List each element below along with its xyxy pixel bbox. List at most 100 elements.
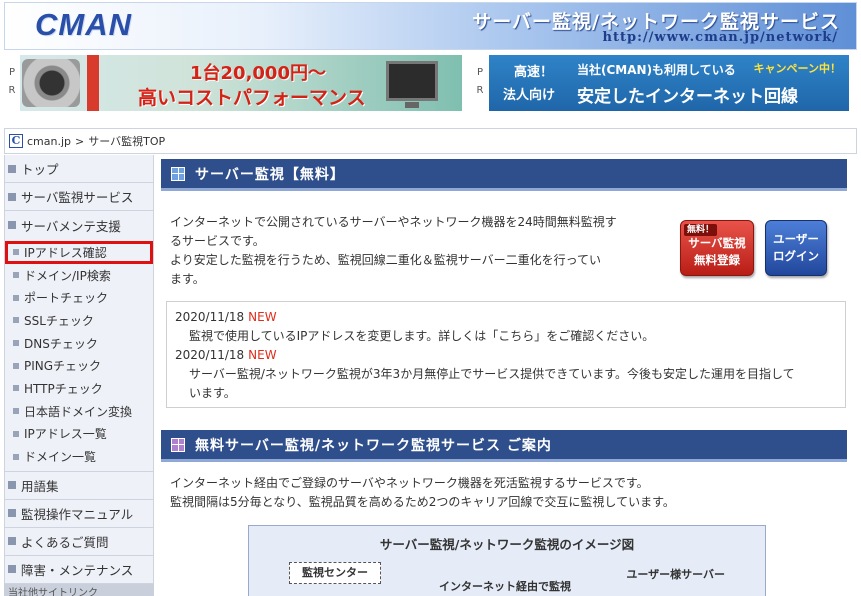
sidebar-item-port-check[interactable]: ポートチェック: [5, 286, 153, 309]
sidebar-item-label: サーバメンテ支援: [21, 218, 121, 234]
sidebar-item-label: PINGチェック: [24, 359, 102, 374]
monitor-image: [386, 61, 438, 108]
ad2-headline: 安定したインターネット回線: [577, 87, 798, 107]
sidebar-item-jp-domain-convert[interactable]: 日本語ドメイン変換: [5, 400, 153, 423]
new-badge: NEW: [248, 310, 277, 324]
ad1-subline: 高いコストパフォーマンス: [138, 87, 366, 109]
section-header-guide: 無料サーバー監視/ネットワーク監視サービス ご案内: [161, 430, 847, 462]
sidebar-item-monitoring-service[interactable]: サーバ監視サービス: [5, 183, 153, 211]
bullet-icon: [8, 509, 16, 518]
bullet-icon: [8, 565, 16, 574]
new-badge: NEW: [248, 348, 277, 362]
sidebar-item-glossary[interactable]: 用語集: [5, 472, 153, 500]
breadcrumb: C cman.jp > サーバ監視TOP: [4, 128, 857, 154]
ad2-corporate: 法人向け: [503, 88, 556, 103]
intro-text: インターネットで公開されているサーバーやネットワーク機器を24時間無料監視す る…: [170, 213, 640, 289]
bullet-icon: [13, 249, 19, 256]
news-body: います。: [189, 386, 236, 400]
bullet-icon: [13, 294, 19, 301]
ad-accent-bar: [87, 55, 99, 111]
sidebar-nav: トップ サーバ監視サービス サーバメンテ支援 IPアドレス確認 ドメイン/IP検…: [4, 155, 154, 596]
diagram-monitoring-center: 監視センター: [289, 562, 381, 584]
sidebar-item-http-check[interactable]: HTTPチェック: [5, 377, 153, 400]
breadcrumb-home[interactable]: cman.jp: [27, 135, 71, 148]
section-header-monitoring: サーバー監視【無料】: [161, 159, 847, 191]
bullet-icon: [13, 408, 19, 415]
cman-logo[interactable]: CMAN: [35, 7, 132, 43]
sidebar-item-ping-check[interactable]: PINGチェック: [5, 354, 153, 377]
ad2-fast: 高速！: [514, 65, 554, 80]
news-box: 2020/11/18 NEW 監視で使用しているIPアドレスを変更します。詳しくは…: [166, 301, 846, 408]
bullet-icon: [8, 481, 16, 490]
header-url: http://www.cman.jp/network/: [602, 30, 838, 45]
sidebar-item-label: 日本語ドメイン変換: [24, 404, 133, 419]
bullet-icon: [8, 164, 16, 173]
ad-banner-cost[interactable]: 1台20,000円～ 高いコストパフォーマンス: [20, 55, 462, 111]
intro-line: るサービスです。: [170, 234, 265, 248]
intro-line: より安定した監視を行うため、監視回線二重化＆監視サーバー二重化を行ってい: [170, 253, 602, 267]
register-label-2: 無料登録: [694, 253, 740, 267]
sidebar-item-domain-list[interactable]: ドメイン一覧: [5, 445, 153, 468]
sidebar-item-top[interactable]: トップ: [5, 155, 153, 183]
login-label-2: ログイン: [773, 249, 819, 263]
sidebar-item-manual[interactable]: 監視操作マニュアル: [5, 500, 153, 528]
sidebar-item-label: サーバ監視サービス: [21, 190, 134, 205]
sidebar-item-label: DNSチェック: [24, 336, 98, 351]
bullet-icon: [13, 362, 19, 369]
news-date: 2020/11/18: [175, 348, 245, 362]
camera-image: [22, 59, 80, 107]
breadcrumb-current: サーバ監視TOP: [88, 135, 166, 148]
main-content: サーバー監視【無料】 インターネットで公開されているサーバーやネットワーク機器を…: [158, 155, 857, 596]
sidebar-item-label: 用語集: [21, 478, 59, 494]
sidebar-item-ip-list[interactable]: IPアドレス一覧: [5, 423, 153, 446]
sidebar-item-label: IPアドレス一覧: [24, 427, 107, 442]
ad1-headline: 1台20,000円～: [190, 63, 326, 84]
intro-line: インターネットで公開されているサーバーやネットワーク機器を24時間無料監視す: [170, 215, 617, 229]
grid-icon: [171, 437, 185, 452]
sidebar-item-ssl-check[interactable]: SSLチェック: [5, 309, 153, 332]
bullet-icon: [8, 537, 16, 546]
sidebar-item-label: ポートチェック: [24, 291, 109, 306]
bullet-icon: [13, 385, 19, 392]
sidebar-item-maintenance-support[interactable]: サーバメンテ支援: [5, 211, 153, 239]
news-body[interactable]: 監視で使用しているIPアドレスを変更します。詳しくは「こちら」をご確認ください。: [175, 327, 837, 346]
register-label-1: サーバ監視: [688, 236, 746, 250]
bullet-icon: [13, 272, 19, 279]
bullet-icon: [13, 317, 19, 324]
sidebar-item-label: トップ: [21, 162, 59, 177]
section-title: 無料サーバー監視/ネットワーク監視サービス ご案内: [195, 437, 552, 454]
bullet-icon: [8, 221, 16, 229]
sidebar-item-faq[interactable]: よくあるご質問: [5, 528, 153, 556]
grid-icon: [171, 166, 185, 181]
free-tag: 無料！: [684, 224, 718, 236]
sidebar-item-domain-ip-search[interactable]: ドメイン/IP検索: [5, 264, 153, 287]
login-label-1: ユーザー: [773, 232, 819, 246]
breadcrumb-separator: >: [75, 134, 85, 148]
news-item: 2020/11/18 NEW: [175, 346, 837, 365]
ad2-campaign: キャンペーン中！: [753, 62, 841, 75]
guide-line: 監視間隔は5分毎となり、監視品質を高めるため2つのキャリア回線で交互に監視してい…: [170, 495, 675, 509]
sidebar-item-dns-check[interactable]: DNSチェック: [5, 332, 153, 355]
site-header: CMAN サーバー監視/ネットワーク監視サービス http://www.cman…: [4, 2, 857, 50]
news-item: 2020/11/18 NEW: [175, 308, 837, 327]
sidebar-other-sites[interactable]: 当社他サイトリンク: [4, 584, 154, 596]
sidebar-item-outage[interactable]: 障害・メンテナンス: [5, 556, 153, 584]
site-icon: C: [9, 134, 23, 148]
ad2-sub: 当社(CMAN)も利用している: [577, 63, 736, 77]
sidebar-item-label: 監視操作マニュアル: [21, 506, 134, 522]
sidebar-item-label: ドメイン/IP検索: [24, 268, 111, 283]
sidebar-item-label: 障害・メンテナンス: [21, 562, 134, 578]
news-date: 2020/11/18: [175, 310, 245, 324]
free-register-button[interactable]: 無料！ サーバ監視 無料登録: [680, 220, 754, 276]
sidebar-item-ip-check[interactable]: IPアドレス確認: [5, 241, 153, 264]
bullet-icon: [13, 453, 19, 460]
pr-label-p-2: P: [476, 67, 484, 78]
diagram-title: サーバー監視/ネットワーク監視のイメージ図: [379, 537, 635, 552]
pr-label-r: R: [8, 85, 16, 96]
user-login-button[interactable]: ユーザー ログイン: [765, 220, 827, 276]
ad-banner-internet[interactable]: 高速！ 法人向け 当社(CMAN)も利用している 安定したインターネット回線 キ…: [489, 55, 849, 111]
guide-line: インターネット経由でご登録のサーバやネットワーク機器を死活監視するサービスです。: [170, 476, 649, 490]
sidebar-subgroup: IPアドレス確認 ドメイン/IP検索 ポートチェック SSLチェック DNSチェ…: [5, 239, 153, 472]
news-body: サーバー監視/ネットワーク監視が3年3か月無停止でサービス提供できています。今後…: [189, 367, 795, 381]
guide-text: インターネット経由でご登録のサーバやネットワーク機器を死活監視するサービスです。…: [170, 474, 850, 512]
